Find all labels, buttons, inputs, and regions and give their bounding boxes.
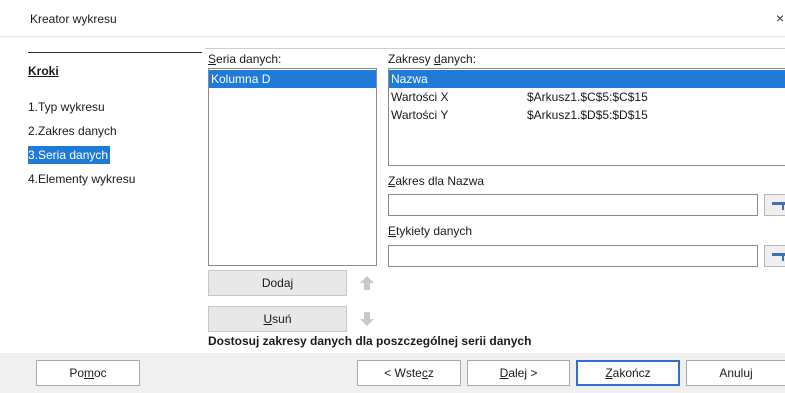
arrow-down-icon [360,312,374,326]
hint-text: Dostosuj zakresy danych dla poszczególne… [208,334,532,348]
step-data-series[interactable]: 3.Seria danych [28,146,111,164]
data-series-label: Seria danych: [208,52,282,66]
data-ranges-label: Zakresy danych: [388,52,477,66]
range-row-y[interactable]: Wartości Y $Arkusz1.$D$5:$D$15 [389,106,785,124]
range-for-name-label: Zakres dla Nazwa [388,174,485,188]
step-data-range[interactable]: 2.Zakres danych [28,122,119,140]
range-row-x[interactable]: Wartości X $Arkusz1.$C$5:$C$15 [389,88,785,106]
range-picker-icon [772,202,785,210]
range-row-name[interactable]: Nazwa [389,70,785,88]
range-picker-button[interactable] [764,194,785,216]
range-role: Nazwa [391,72,428,86]
range-role: Wartości X [391,90,449,104]
window-title: Kreator wykresu [30,12,117,26]
move-down-button[interactable] [355,306,379,332]
step-chart-elements[interactable]: 4.Elementy wykresu [28,170,137,188]
back-button[interactable]: < Wstecz [357,360,461,386]
data-labels-input[interactable] [388,245,758,267]
steps-heading: Kroki [28,64,59,78]
range-value: $Arkusz1.$D$5:$D$15 [527,108,648,122]
cancel-button[interactable]: Anuluj [686,360,785,386]
range-for-name-input[interactable] [388,194,758,216]
move-up-button[interactable] [355,270,379,296]
finish-button[interactable]: Zakończ [576,360,680,386]
add-series-button[interactable]: Dodaj [208,270,347,296]
data-labels-label: Etykiety danych [388,224,473,238]
series-item-kolumna-d[interactable]: Kolumna D [209,70,376,88]
step-chart-type[interactable]: 1.Typ wykresu [28,98,107,116]
arrow-up-icon [360,276,374,290]
range-role: Wartości Y [391,108,449,122]
data-series-list[interactable]: Kolumna D [208,68,377,266]
steps-panel: Kroki 1.Typ wykresu 2.Zakres danych 3.Se… [28,48,202,358]
header-divider [205,48,785,49]
steps-divider [28,52,202,53]
data-ranges-table[interactable]: Nazwa Wartości X $Arkusz1.$C$5:$C$15 War… [388,68,785,166]
help-button[interactable]: Pomoc [36,360,140,386]
next-button[interactable]: Dalej > [467,360,570,386]
range-value: $Arkusz1.$C$5:$C$15 [527,90,648,104]
close-icon[interactable]: × [776,10,784,26]
range-picker-icon [772,253,785,261]
remove-series-button[interactable]: Usuń [208,306,347,332]
labels-range-picker-button[interactable] [764,245,785,267]
dialog-footer: Pomoc < Wstecz Dalej > Zakończ Anuluj [0,353,785,393]
title-bar: Kreator wykresu × [0,0,785,37]
